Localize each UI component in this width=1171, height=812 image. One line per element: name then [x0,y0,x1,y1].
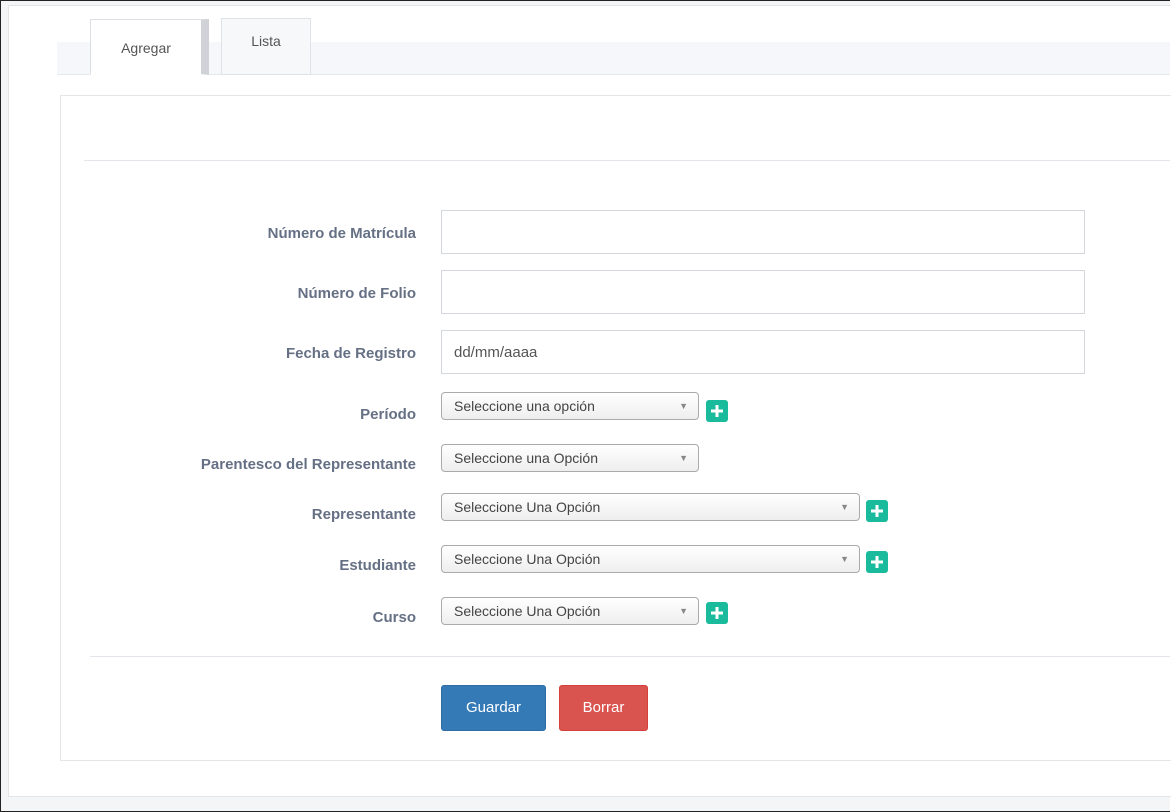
curso-select-value: Seleccione Una Opción [454,603,601,619]
parentesco-select-value: Seleccione una Opción [454,450,598,466]
matricula-label: Número de Matrícula [267,225,416,242]
matricula-input[interactable] [441,210,1085,254]
representante-select[interactable]: Seleccione Una Opción ▼ [441,493,860,521]
plus-icon [871,505,883,517]
folio-label: Número de Folio [297,285,416,302]
estudiante-label: Estudiante [339,557,416,574]
caret-down-icon: ▼ [679,453,688,463]
fecha-label: Fecha de Registro [285,345,416,362]
representante-label: Representante [311,506,416,523]
estudiante-select[interactable]: Seleccione Una Opción ▼ [441,545,860,573]
clear-button[interactable]: Borrar [559,685,648,731]
curso-label: Curso [372,609,416,626]
periodo-select[interactable]: Seleccione una opción ▼ [441,392,699,420]
plus-icon [711,405,723,417]
add-curso-button[interactable] [706,602,728,624]
tab-agregar[interactable]: Agregar [90,19,209,75]
caret-down-icon: ▼ [679,401,688,411]
save-button[interactable]: Guardar [441,685,546,731]
estudiante-select-value: Seleccione Una Opción [454,551,601,567]
header-divider [84,160,1170,161]
periodo-select-value: Seleccione una opción [454,398,595,414]
folio-input[interactable] [441,270,1085,314]
add-estudiante-button[interactable] [866,551,888,573]
caret-down-icon: ▼ [840,502,849,512]
fecha-input[interactable] [441,330,1085,374]
caret-down-icon: ▼ [679,606,688,616]
periodo-label: Período [360,406,416,423]
plus-icon [711,607,723,619]
parentesco-select[interactable]: Seleccione una Opción ▼ [441,444,699,472]
actions-divider [90,656,1170,657]
representante-select-value: Seleccione Una Opción [454,499,601,515]
add-periodo-button[interactable] [706,400,728,422]
form-panel [60,95,1171,761]
plus-icon [871,556,883,568]
caret-down-icon: ▼ [840,554,849,564]
tab-lista[interactable]: Lista [221,18,311,75]
curso-select[interactable]: Seleccione Una Opción ▼ [441,597,699,625]
add-representante-button[interactable] [866,500,888,522]
parentesco-label: Parentesco del Representante [200,456,416,473]
